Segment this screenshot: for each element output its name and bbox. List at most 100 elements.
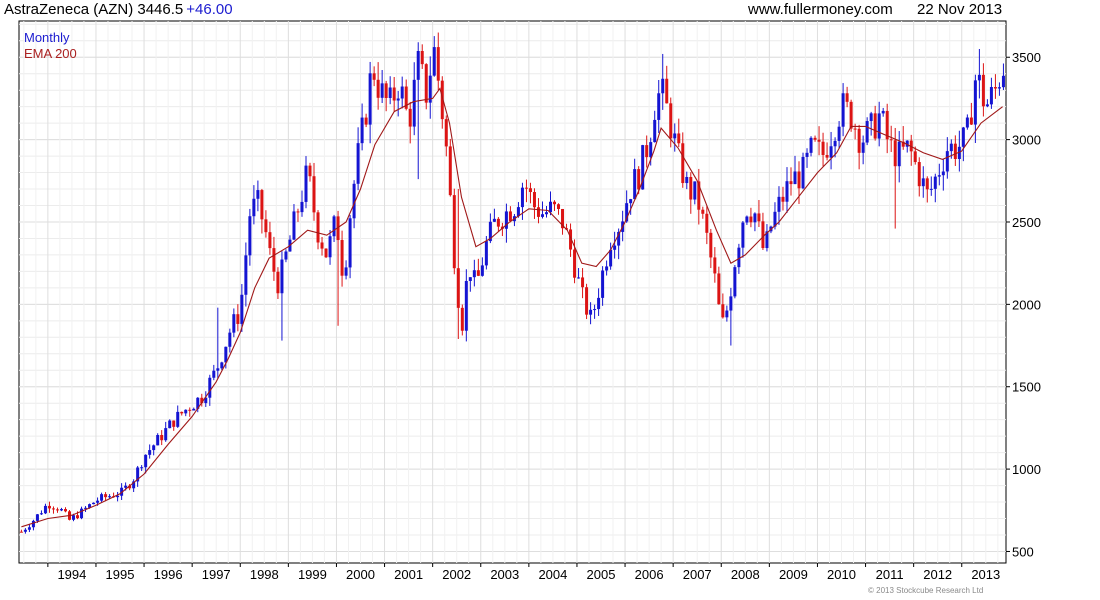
candle-up [997, 87, 1001, 89]
candle-up [785, 181, 789, 202]
candle-down [448, 146, 452, 196]
candle-up [833, 140, 837, 147]
candle-up [252, 198, 256, 217]
candle-up [929, 188, 933, 190]
candle-up [168, 420, 172, 429]
candle-down [296, 211, 300, 213]
candle-up [921, 178, 925, 187]
candle-down [677, 133, 681, 144]
candle-up [228, 332, 232, 347]
candle-down [312, 176, 316, 213]
candle-up [432, 47, 436, 76]
candle-up [39, 513, 43, 515]
candle-down [444, 119, 448, 147]
candle-down [188, 409, 192, 411]
candle-down [63, 509, 67, 512]
candle-up [685, 176, 689, 184]
candle-up [192, 408, 196, 411]
candle-up [144, 454, 148, 468]
candle-down [104, 494, 108, 498]
candle-up [176, 411, 180, 427]
candle-up [861, 142, 865, 153]
x-tick-label: 1997 [202, 567, 231, 582]
candle-down [372, 73, 376, 80]
candle-down [236, 314, 240, 324]
candle-up [977, 74, 981, 81]
candle-up [184, 409, 188, 414]
candle-down [761, 221, 765, 249]
candle-down [384, 83, 388, 98]
candle-up [961, 127, 965, 147]
candle-up [244, 255, 248, 295]
copyright-notice: © 2013 Stockcube Research Ltd [868, 586, 984, 595]
candle-up [657, 93, 661, 120]
candle-down [272, 248, 276, 272]
candle-up [589, 309, 593, 315]
legend-ema: EMA 200 [24, 46, 77, 61]
candle-up [881, 110, 885, 114]
candle-up [140, 467, 144, 469]
candle-up [108, 496, 112, 498]
candle-down [160, 434, 164, 441]
candle-up [693, 181, 697, 200]
candle-up [484, 241, 488, 266]
candle-up [356, 143, 360, 184]
candle-up [368, 73, 372, 125]
legend-monthly: Monthly [24, 30, 70, 45]
y-tick-label: 3000 [1012, 133, 1041, 148]
candle-up [80, 508, 84, 519]
candle-down [573, 249, 577, 278]
candle-down [669, 103, 673, 139]
candle-down [913, 151, 917, 163]
candle-up [653, 119, 657, 143]
candle-up [220, 362, 224, 369]
candle-down [581, 277, 585, 288]
y-tick-label: 1000 [1012, 462, 1041, 477]
candle-up [248, 216, 252, 256]
candle-up [332, 216, 336, 237]
candle-down [993, 87, 997, 89]
candle-up [877, 113, 881, 139]
candle-up [92, 502, 96, 505]
candle-up [729, 296, 733, 311]
candle-down [981, 74, 985, 107]
candle-down [889, 139, 893, 141]
candle-down [781, 196, 785, 202]
candle-down [857, 128, 861, 153]
candle-up [156, 434, 160, 446]
candle-up [937, 175, 941, 177]
candle-up [164, 428, 168, 441]
candle-down [969, 117, 973, 125]
candle-down [392, 87, 396, 101]
candle-down [324, 248, 328, 258]
candle-up [96, 500, 100, 503]
candle-up [837, 126, 841, 141]
candle-up [593, 309, 597, 311]
candle-down [757, 213, 761, 222]
candle-up [520, 187, 524, 208]
candle-up [348, 218, 352, 268]
candle-down [51, 508, 55, 510]
candle-down [689, 176, 693, 200]
candle-up [548, 201, 552, 213]
candle-down [340, 240, 344, 276]
candle-down [637, 169, 641, 190]
candle-up [468, 277, 472, 281]
candle-up [400, 86, 404, 99]
x-tick-label: 2009 [779, 567, 808, 582]
candle-up [945, 151, 949, 172]
candle-up [344, 267, 348, 276]
candle-up [741, 222, 745, 248]
x-tick-label: 2011 [876, 567, 904, 582]
candle-up [725, 310, 729, 318]
candle-up [412, 79, 416, 127]
candle-up [629, 199, 633, 204]
candle-up [805, 152, 809, 157]
x-tick-label: 2003 [490, 567, 519, 582]
y-tick-label: 1500 [1012, 380, 1041, 395]
candle-down [585, 287, 589, 315]
candle-down [925, 178, 929, 190]
candle-up [777, 196, 781, 212]
candle-down [709, 232, 713, 258]
candle-down [813, 137, 817, 140]
